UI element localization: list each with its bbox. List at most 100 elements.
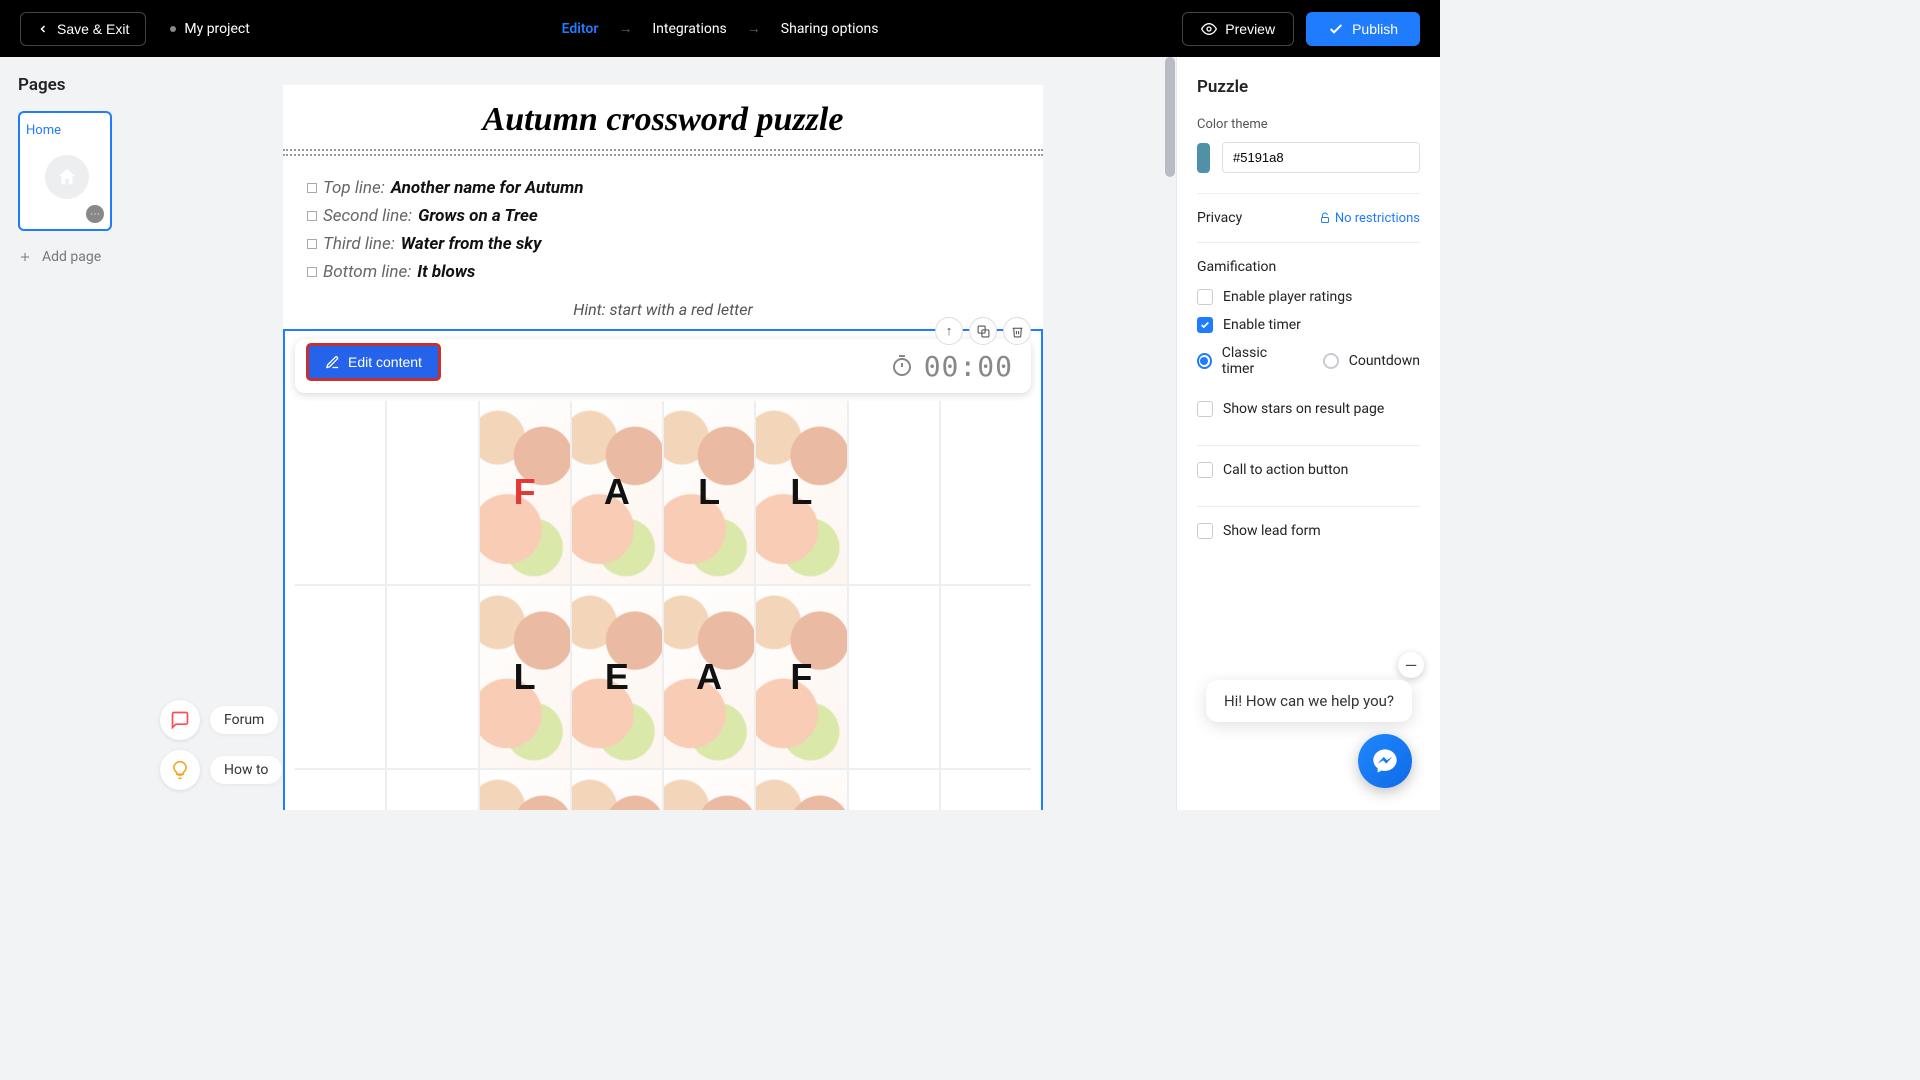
radio-checked-icon <box>1197 353 1212 369</box>
clues-block[interactable]: Top line: Another name for Autumn Second … <box>283 156 1043 296</box>
clue-row[interactable]: Third line: Water from the sky <box>307 234 1019 254</box>
nav-steps: Editor → Integrations → Sharing options <box>562 20 879 37</box>
topbar: Save & Exit My project Editor → Integrat… <box>0 0 1440 57</box>
clue-prefix: Second line: <box>323 206 412 226</box>
edit-content-button[interactable]: Edit content <box>307 344 440 380</box>
clue-text: It blows <box>417 262 475 282</box>
lead-form-toggle[interactable]: Show lead form <box>1197 523 1420 539</box>
page-thumb-home[interactable]: Home ⋯ <box>18 111 112 231</box>
grid-cell[interactable] <box>849 586 939 769</box>
scrollbar[interactable] <box>1164 57 1176 810</box>
scrollbar-thumb[interactable] <box>1165 57 1175 177</box>
divider <box>283 149 1043 151</box>
grid-cell[interactable] <box>295 586 385 769</box>
chat-message: Hi! How can we help you? <box>1224 692 1394 710</box>
clue-text: Another name for Autumn <box>391 178 584 198</box>
project-name[interactable]: My project <box>170 21 249 37</box>
grid-cell[interactable] <box>387 586 477 769</box>
pages-title: Pages <box>18 75 132 95</box>
enable-ratings-toggle[interactable]: Enable player ratings <box>1197 289 1420 305</box>
classic-timer-label: Classic timer <box>1222 345 1295 377</box>
grid-cell[interactable] <box>849 770 939 810</box>
plus-icon <box>18 250 32 264</box>
puzzle-title[interactable]: Autumn crossword puzzle <box>283 85 1043 149</box>
grid-cell[interactable]: F <box>480 401 570 584</box>
properties-title: Puzzle <box>1197 77 1420 97</box>
nav-step-editor[interactable]: Editor <box>562 21 599 37</box>
chat-minimize-button[interactable]: — <box>1398 652 1424 678</box>
chevron-left-icon <box>37 23 49 35</box>
clue-row[interactable]: Bottom line: It blows <box>307 262 1019 282</box>
preview-button[interactable]: Preview <box>1182 12 1294 46</box>
clue-prefix: Bottom line: <box>323 262 411 282</box>
grid-cell[interactable]: N <box>756 770 846 810</box>
more-icon[interactable]: ⋯ <box>86 205 104 223</box>
checkbox-icon <box>1197 462 1213 478</box>
clue-row[interactable]: Top line: Another name for Autumn <box>307 178 1019 198</box>
page-paper[interactable]: Autumn crossword puzzle Top line: Anothe… <box>283 85 1043 810</box>
clue-row[interactable]: Second line: Grows on a Tree <box>307 206 1019 226</box>
color-input[interactable] <box>1222 142 1420 173</box>
cta-toggle[interactable]: Call to action button <box>1197 462 1420 478</box>
grid-cell[interactable]: L <box>480 586 570 769</box>
grid-cell[interactable] <box>387 770 477 810</box>
grid-cell[interactable]: A <box>572 770 662 810</box>
grid-cell[interactable]: A <box>572 401 662 584</box>
checkbox-icon <box>1197 401 1213 417</box>
delete-icon[interactable] <box>1003 317 1031 345</box>
add-page-button[interactable]: Add page <box>18 249 132 265</box>
grid-cell[interactable]: L <box>756 401 846 584</box>
nav-step-integrations[interactable]: Integrations <box>652 21 726 37</box>
square-icon <box>307 211 317 221</box>
nav-step-sharing[interactable]: Sharing options <box>781 21 879 37</box>
save-exit-label: Save & Exit <box>57 21 129 37</box>
project-name-label: My project <box>184 21 249 37</box>
grid-cell[interactable]: E <box>572 586 662 769</box>
pages-panel: Pages Home ⋯ Add page <box>0 57 150 810</box>
save-exit-button[interactable]: Save & Exit <box>20 12 146 46</box>
page-thumb-label: Home <box>26 123 61 138</box>
grid-cell[interactable] <box>387 401 477 584</box>
publish-label: Publish <box>1352 21 1398 37</box>
classic-timer-radio[interactable]: Classic timer <box>1197 345 1295 377</box>
privacy-value: No restrictions <box>1335 211 1420 226</box>
move-up-icon[interactable]: ↑ <box>935 317 963 345</box>
cta-label: Call to action button <box>1223 462 1348 478</box>
chat-bubble[interactable]: Hi! How can we help you? <box>1206 680 1412 722</box>
square-icon <box>307 239 317 249</box>
puzzle-block[interactable]: ↑ Edit content Mo oves: 0 <box>283 329 1043 810</box>
grid-cell[interactable]: F <box>756 586 846 769</box>
hint-text[interactable]: Hint: start with a red letter <box>283 296 1043 329</box>
grid-cell[interactable] <box>941 401 1031 584</box>
puzzle-grid[interactable]: FALLLEAFRAINWIND <box>295 401 1031 810</box>
arrow-right-icon: → <box>618 20 632 37</box>
chat-fab[interactable] <box>1358 734 1412 788</box>
grid-cell[interactable]: R <box>480 770 570 810</box>
show-stars-toggle[interactable]: Show stars on result page <box>1197 401 1420 417</box>
grid-cell[interactable]: I <box>664 770 754 810</box>
edit-content-label: Edit content <box>348 354 422 370</box>
grid-cell[interactable] <box>941 770 1031 810</box>
publish-button[interactable]: Publish <box>1306 12 1420 46</box>
grid-cell[interactable]: L <box>664 401 754 584</box>
privacy-link[interactable]: No restrictions <box>1319 211 1420 226</box>
clue-prefix: Top line: <box>323 178 385 198</box>
grid-cell[interactable] <box>295 770 385 810</box>
grid-cell[interactable] <box>941 586 1031 769</box>
clue-text: Grows on a Tree <box>418 206 538 226</box>
editor-canvas[interactable]: Autumn crossword puzzle Top line: Anothe… <box>150 57 1176 810</box>
gamification-title: Gamification <box>1197 259 1420 275</box>
countdown-radio[interactable]: Countdown <box>1323 345 1420 377</box>
grid-cell[interactable]: A <box>664 586 754 769</box>
home-icon <box>45 155 89 199</box>
square-icon <box>307 183 317 193</box>
unlock-icon <box>1319 212 1331 224</box>
duplicate-icon[interactable] <box>969 317 997 345</box>
unsaved-dot-icon <box>170 26 176 32</box>
grid-cell[interactable] <box>849 401 939 584</box>
privacy-label: Privacy <box>1197 210 1242 226</box>
checkbox-icon <box>1197 289 1213 305</box>
grid-cell[interactable] <box>295 401 385 584</box>
enable-timer-toggle[interactable]: Enable timer <box>1197 317 1420 333</box>
color-swatch[interactable] <box>1197 143 1210 173</box>
